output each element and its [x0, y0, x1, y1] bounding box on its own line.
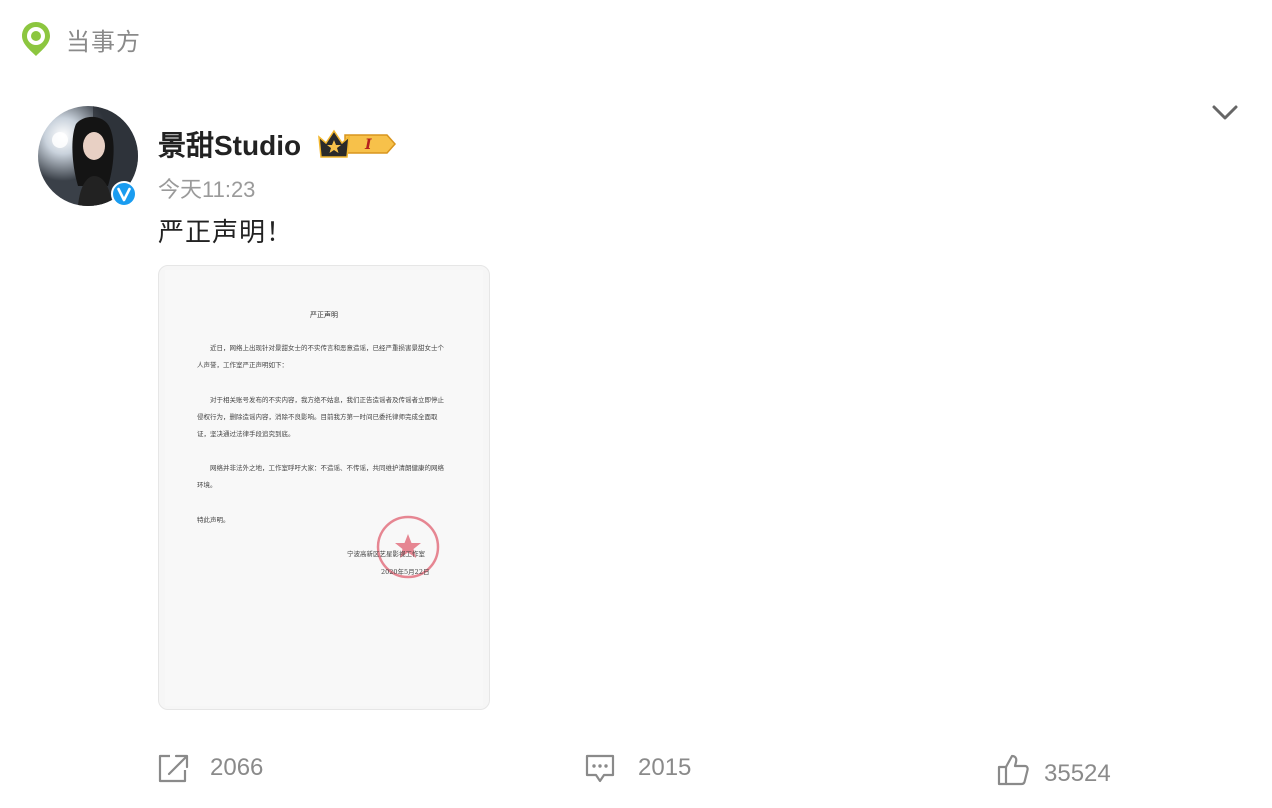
topic-tag-label: 当事方 — [66, 28, 141, 56]
comment-icon — [585, 754, 615, 783]
document-title: 严正声明 — [310, 311, 338, 319]
comment-button[interactable]: 2015 — [584, 752, 691, 784]
document-date: 2020年5月22日 — [381, 568, 430, 576]
thumbs-up-icon — [997, 754, 1029, 786]
document-page: 严正声明 近日，网络上出现针对景甜女士的不实传言和恶意造谣，已经严重损害景甜女士… — [165, 270, 483, 706]
repost-button[interactable]: 2066 — [156, 752, 263, 784]
author-name[interactable]: 景甜Studio — [158, 124, 301, 164]
document-paragraph: 对于相关账号发布的不实内容，我方绝不姑息，我们正告造谣者及传谣者立即停止侵权行为… — [197, 396, 444, 438]
verified-badge-icon — [111, 181, 137, 207]
like-button[interactable]: 35524 — [996, 752, 1111, 788]
share-icon — [158, 754, 189, 783]
location-pin-icon — [22, 22, 50, 56]
chevron-down-icon[interactable] — [1210, 98, 1240, 128]
author-avatar[interactable] — [38, 106, 138, 207]
document-paragraph: 近日，网络上出现针对景甜女士的不实传言和恶意造谣，已经严重损害景甜女士个人声誉，… — [197, 344, 444, 369]
repost-count: 2066 — [210, 754, 264, 781]
post-text: 严正声明！ — [158, 217, 294, 247]
comment-count: 2015 — [638, 754, 692, 781]
topic-tag[interactable]: 当事方 — [20, 20, 141, 58]
vip-crown-badge-icon[interactable]: I — [317, 127, 397, 161]
document-issuer: 宁波高新区艺星影视工作室 — [347, 550, 425, 558]
svg-text:I: I — [364, 137, 372, 153]
post-time: 今天11:23 — [158, 177, 256, 202]
document-paragraph: 网络并非法外之地，工作室呼吁大家：不造谣、不传谣，共同维护清朗健康的网络环境。 — [197, 464, 444, 489]
like-count: 35524 — [1044, 760, 1111, 787]
statement-document-image[interactable]: 严正声明 近日，网络上出现针对景甜女士的不实传言和恶意造谣，已经严重损害景甜女士… — [158, 265, 490, 710]
